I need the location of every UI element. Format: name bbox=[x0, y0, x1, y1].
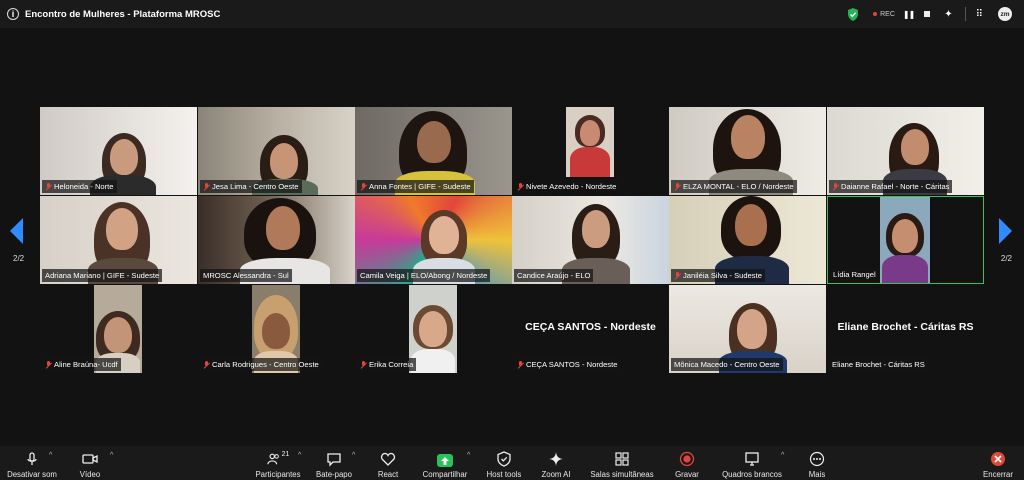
muted-mic-icon bbox=[360, 360, 367, 369]
host-tools-button[interactable]: Host tools bbox=[482, 446, 526, 480]
zoom-ai-button[interactable]: Zoom AI bbox=[536, 446, 576, 480]
participants-icon: 21 bbox=[264, 451, 292, 467]
record-button[interactable]: Gravar bbox=[670, 446, 704, 480]
participant-name-label: Candice Araújo - ELO bbox=[514, 269, 594, 282]
end-meeting-button[interactable]: Encerrar bbox=[978, 446, 1018, 480]
meeting-toolbar: Desativar som ^ Vídeo ^ 21 Participantes… bbox=[0, 446, 1024, 480]
muted-mic-icon bbox=[674, 271, 681, 280]
participant-name-label: Heloneida - Norte bbox=[42, 180, 117, 193]
share-screen-button[interactable]: Compartilhar bbox=[416, 446, 474, 480]
muted-mic-icon bbox=[360, 182, 367, 191]
info-icon[interactable]: i bbox=[7, 8, 19, 20]
share-screen-icon bbox=[437, 454, 453, 467]
video-tile[interactable]: Carla Rodrigues - Centro Oeste bbox=[198, 285, 355, 373]
video-tile-camera-off[interactable]: CEÇA SANTOS - Nordeste CEÇA SANTOS - Nor… bbox=[512, 285, 669, 373]
muted-mic-icon bbox=[45, 360, 52, 369]
participant-name-label: Anna Fontes | GIFE - Sudeste bbox=[357, 180, 474, 193]
participant-name-label: Mônica Macedo - Centro Oeste bbox=[671, 358, 783, 371]
muted-mic-icon bbox=[203, 182, 210, 191]
video-tile[interactable]: Mônica Macedo - Centro Oeste bbox=[669, 285, 826, 373]
video-tile[interactable]: MROSC Alessandra - Sul bbox=[198, 196, 355, 284]
whiteboards-button[interactable]: Quadros brancos bbox=[718, 446, 786, 480]
breakout-rooms-button[interactable]: Salas simultâneas bbox=[588, 446, 656, 480]
muted-mic-icon bbox=[674, 182, 681, 191]
muted-mic-icon bbox=[832, 182, 839, 191]
muted-mic-icon bbox=[517, 360, 524, 369]
video-stage: 2/2 2/2 Heloneida - Norte Jesa Lima - Ce… bbox=[0, 28, 1024, 446]
participant-name-label: Daianne Rafael - Norte - Cáritas bbox=[829, 180, 953, 193]
participant-name-label: Janiléia Silva - Sudeste bbox=[671, 269, 765, 282]
chevron-up-icon[interactable]: ^ bbox=[298, 452, 301, 459]
shield-icon bbox=[497, 451, 511, 467]
microphone-icon bbox=[27, 452, 37, 465]
participant-name-label: MROSC Alessandra - Sul bbox=[200, 269, 292, 282]
breakout-rooms-icon bbox=[615, 452, 629, 466]
chevron-up-icon[interactable]: ^ bbox=[467, 452, 470, 459]
rec-dot-icon bbox=[873, 12, 878, 16]
more-button[interactable]: Mais bbox=[800, 446, 834, 480]
video-tile[interactable]: Jesa Lima - Centro Oeste bbox=[198, 107, 355, 195]
video-tile[interactable]: Candice Araújo - ELO bbox=[512, 196, 669, 284]
video-tile[interactable]: Janiléia Silva - Sudeste bbox=[669, 196, 826, 284]
muted-mic-icon bbox=[203, 360, 210, 369]
chat-icon bbox=[327, 453, 341, 467]
ai-sparkle-icon bbox=[549, 452, 563, 466]
video-tile[interactable]: Aline Braúna- Ucdf bbox=[40, 285, 197, 373]
avatar[interactable]: zm bbox=[998, 7, 1012, 21]
sparkle-icon[interactable]: ✦ bbox=[944, 9, 952, 20]
video-tile-active-speaker[interactable]: Lídia Rangel bbox=[827, 196, 984, 284]
participant-name-label: Eliane Brochet - Cáritas RS bbox=[829, 358, 928, 371]
video-button[interactable]: Vídeo bbox=[72, 446, 108, 480]
participant-name-label: ELZA MONTAL - ELO / Nordeste bbox=[671, 180, 797, 193]
divider bbox=[964, 7, 966, 21]
chat-button[interactable]: Bate-papo bbox=[312, 446, 356, 480]
display-name: CEÇA SANTOS - Nordeste bbox=[525, 321, 656, 333]
top-right-controls: REC ❚❚ ✦ ⠿ zm bbox=[847, 0, 1024, 28]
video-tile[interactable]: ELZA MONTAL - ELO / Nordeste bbox=[669, 107, 826, 195]
video-tile[interactable]: Daianne Rafael - Norte - Cáritas bbox=[827, 107, 984, 195]
participant-name-label: Carla Rodrigues - Centro Oeste bbox=[200, 358, 322, 371]
muted-mic-icon bbox=[45, 182, 52, 191]
pause-icon[interactable]: ❚❚ bbox=[903, 10, 915, 19]
participant-name-label: Erika Correia bbox=[357, 358, 417, 371]
video-tile-camera-off[interactable]: Eliane Brochet - Cáritas RS Eliane Broch… bbox=[827, 285, 984, 373]
whiteboard-icon bbox=[745, 452, 759, 466]
participant-name-label: Adriana Mariano | GIFE - Sudeste bbox=[42, 269, 163, 282]
grid-view-icon[interactable]: ⠿ bbox=[976, 9, 983, 20]
stop-icon[interactable] bbox=[924, 11, 931, 17]
video-tile[interactable]: Adriana Mariano | GIFE - Sudeste bbox=[40, 196, 197, 284]
participant-name-label: Lídia Rangel bbox=[830, 268, 879, 281]
video-tile[interactable]: Camila Veiga | ELO/Abong / Nordeste bbox=[355, 196, 512, 284]
page-indicator-right: 2/2 bbox=[1000, 254, 1012, 263]
meeting-title: Encontro de Mulheres - Plataforma MROSC bbox=[25, 8, 221, 20]
page-indicator-left: 2/2 bbox=[13, 254, 25, 263]
chevron-up-icon[interactable]: ^ bbox=[781, 452, 784, 459]
more-icon bbox=[809, 451, 825, 467]
react-button[interactable]: React bbox=[370, 446, 406, 480]
video-tile[interactable]: Erika Correia bbox=[355, 285, 512, 373]
chevron-up-icon[interactable]: ^ bbox=[352, 452, 355, 459]
participant-name-label: Nivete Azevedo - Nordeste bbox=[514, 180, 620, 193]
video-tile[interactable]: Anna Fontes | GIFE - Sudeste bbox=[355, 107, 512, 195]
participant-name-label: Aline Braúna- Ucdf bbox=[42, 358, 121, 371]
close-icon bbox=[991, 452, 1005, 466]
muted-mic-icon bbox=[517, 182, 524, 191]
camera-icon bbox=[82, 454, 98, 464]
shield-check-icon[interactable] bbox=[847, 7, 859, 21]
heart-icon bbox=[380, 452, 396, 466]
previous-page-icon[interactable] bbox=[10, 218, 24, 244]
participants-count: 21 bbox=[281, 451, 290, 458]
video-tile[interactable]: Nivete Azevedo - Nordeste bbox=[512, 107, 669, 195]
display-name: Eliane Brochet - Cáritas RS bbox=[837, 321, 974, 333]
record-icon bbox=[679, 451, 695, 467]
video-tile[interactable]: Heloneida - Norte bbox=[40, 107, 197, 195]
chevron-up-icon[interactable]: ^ bbox=[110, 452, 113, 459]
chevron-up-icon[interactable]: ^ bbox=[49, 452, 52, 459]
rec-label: REC bbox=[880, 10, 895, 18]
next-page-icon[interactable] bbox=[998, 218, 1012, 244]
participant-name-label: Jesa Lima - Centro Oeste bbox=[200, 180, 302, 193]
participant-name-label: CEÇA SANTOS - Nordeste bbox=[514, 358, 621, 371]
title-bar: i Encontro de Mulheres - Plataforma MROS… bbox=[0, 0, 1024, 28]
participant-name-label: Camila Veiga | ELO/Abong / Nordeste bbox=[357, 269, 491, 282]
